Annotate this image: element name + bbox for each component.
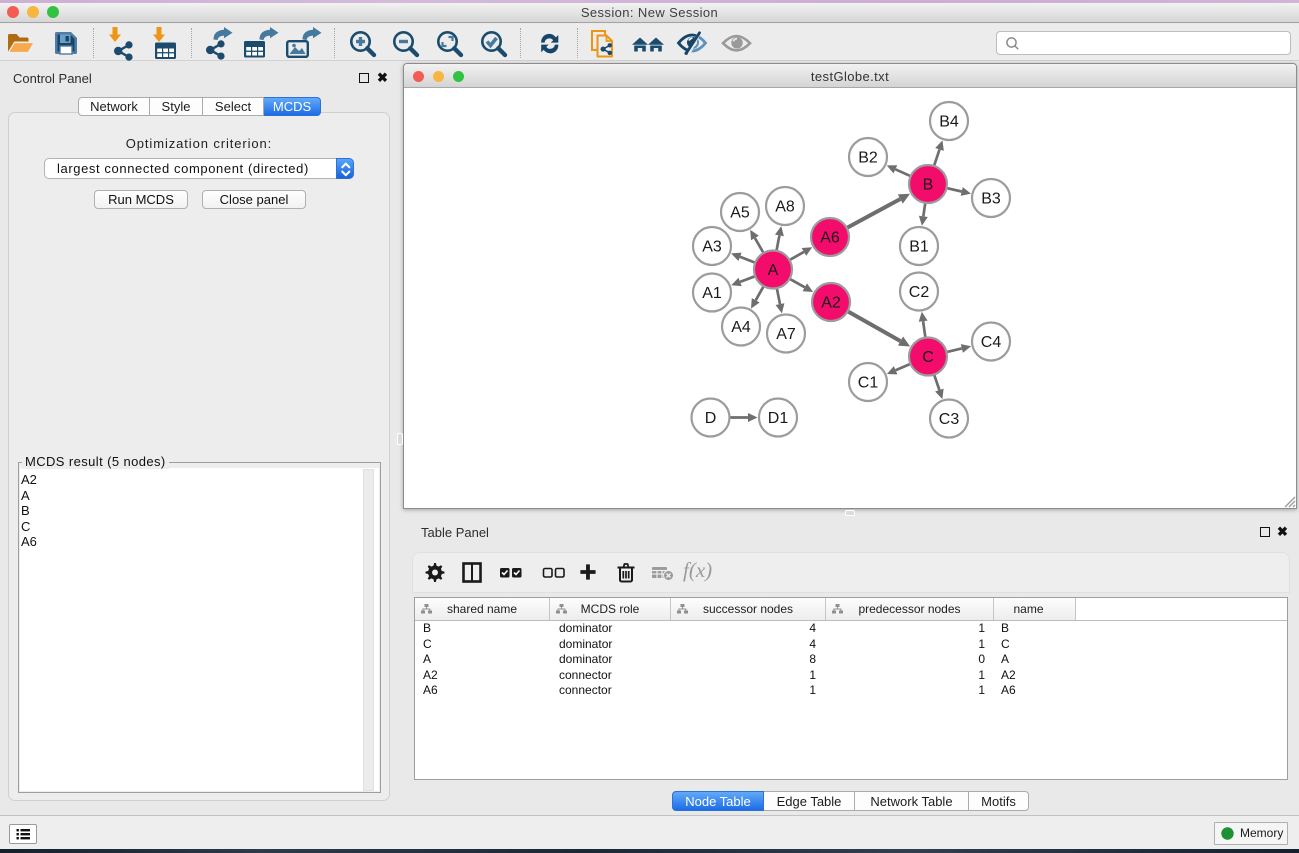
- svg-text:C3: C3: [939, 411, 960, 428]
- svg-text:B4: B4: [939, 114, 959, 131]
- svg-text:C4: C4: [981, 334, 1002, 351]
- svg-text:A1: A1: [702, 285, 722, 302]
- svg-text:D: D: [705, 410, 717, 427]
- svg-text:A6: A6: [820, 230, 840, 247]
- svg-text:A7: A7: [776, 326, 796, 343]
- svg-text:A4: A4: [731, 319, 751, 336]
- svg-text:A3: A3: [702, 239, 722, 256]
- svg-text:C1: C1: [858, 375, 879, 392]
- svg-text:C2: C2: [909, 284, 930, 301]
- svg-text:A5: A5: [730, 205, 750, 222]
- svg-text:B3: B3: [981, 191, 1001, 208]
- svg-text:C: C: [922, 349, 934, 366]
- svg-text:B: B: [923, 177, 934, 194]
- svg-text:A8: A8: [775, 199, 795, 216]
- svg-text:A: A: [768, 262, 779, 279]
- svg-text:A2: A2: [821, 295, 841, 312]
- svg-text:D1: D1: [768, 410, 789, 427]
- svg-text:B2: B2: [858, 150, 878, 167]
- svg-text:B1: B1: [909, 239, 929, 256]
